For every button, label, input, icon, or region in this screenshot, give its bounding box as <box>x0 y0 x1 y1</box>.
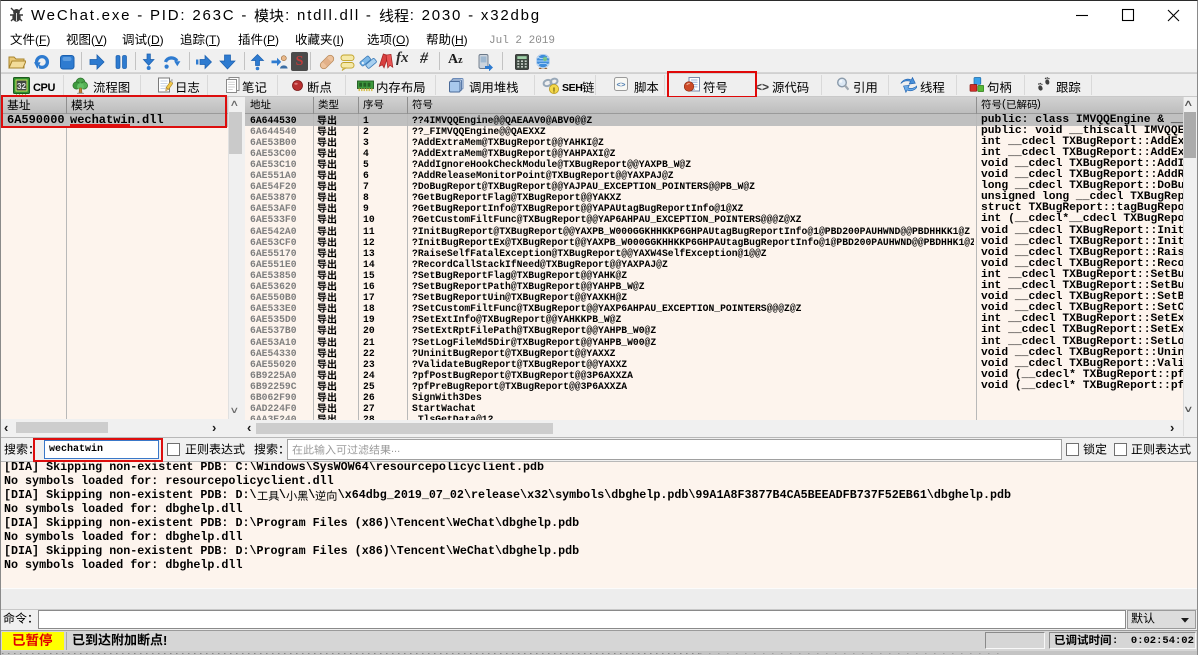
svg-text:<>: <> <box>616 82 626 90</box>
svg-text:32: 32 <box>17 82 26 91</box>
svg-text:!: ! <box>553 85 556 94</box>
